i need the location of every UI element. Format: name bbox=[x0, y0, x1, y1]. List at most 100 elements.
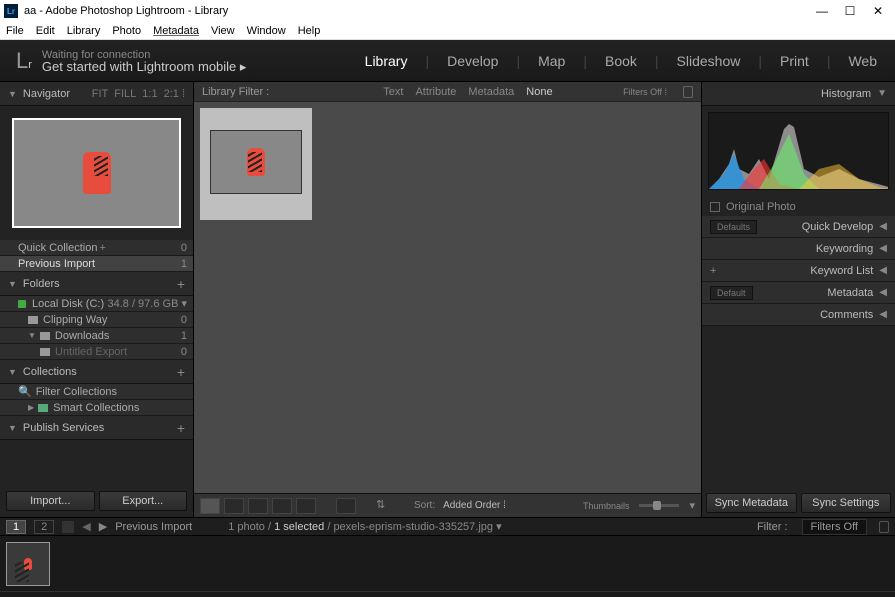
filter-preset-dropdown[interactable]: Filters Off bbox=[802, 519, 867, 535]
view-survey-icon[interactable] bbox=[272, 498, 292, 514]
menu-library[interactable]: Library bbox=[67, 25, 101, 37]
disclosure-icon: ◀ bbox=[879, 243, 887, 254]
keyword-list-header[interactable]: + Keyword List ◀ bbox=[702, 260, 895, 282]
disclosure-icon: ▼ bbox=[877, 88, 887, 99]
folder-row[interactable]: Untitled Export 0 bbox=[0, 344, 193, 360]
nav-21[interactable]: 2:1 ⁞ bbox=[164, 88, 185, 100]
smart-collections-row[interactable]: ▶ Smart Collections bbox=[0, 400, 193, 416]
menu-help[interactable]: Help bbox=[298, 25, 321, 37]
disk-row[interactable]: Local Disk (C:) 34.8 / 97.6 GB ▾ bbox=[0, 296, 193, 312]
collections-header[interactable]: ▼ Collections + bbox=[0, 360, 193, 384]
metadata-dropdown[interactable]: Default bbox=[710, 286, 753, 300]
module-web[interactable]: Web bbox=[846, 53, 879, 69]
left-panel: ▼ Navigator FIT FILL 1:1 2:1 ⁞ Quick Col… bbox=[0, 82, 194, 517]
filter-text[interactable]: Text bbox=[383, 86, 403, 98]
module-print[interactable]: Print bbox=[778, 53, 811, 69]
view-compare-icon[interactable] bbox=[248, 498, 268, 514]
folder-row[interactable]: ▼ Downloads 1 bbox=[0, 328, 193, 344]
sync-metadata-button[interactable]: Sync Metadata bbox=[706, 493, 797, 513]
prev-arrow-icon[interactable]: ◀ bbox=[82, 520, 90, 533]
navigator-preview[interactable] bbox=[0, 106, 193, 240]
filter-collections-row[interactable]: 🔍 Filter Collections bbox=[0, 384, 193, 400]
module-develop[interactable]: Develop bbox=[445, 53, 500, 69]
sync-settings-button[interactable]: Sync Settings bbox=[801, 493, 892, 513]
publish-header[interactable]: ▼ Publish Services + bbox=[0, 416, 193, 440]
filmstrip-thumbnail[interactable] bbox=[6, 542, 50, 586]
quick-develop-header[interactable]: Defaults Quick Develop ◀ bbox=[702, 216, 895, 238]
menu-photo[interactable]: Photo bbox=[112, 25, 141, 37]
filter-attribute[interactable]: Attribute bbox=[415, 86, 456, 98]
filmstrip[interactable] bbox=[0, 535, 895, 591]
filter-none[interactable]: None bbox=[526, 86, 552, 98]
menu-view[interactable]: View bbox=[211, 25, 235, 37]
view-people-icon[interactable] bbox=[296, 498, 316, 514]
menu-file[interactable]: File bbox=[6, 25, 24, 37]
add-publish-icon[interactable]: + bbox=[177, 420, 185, 436]
filter-lock-icon[interactable] bbox=[879, 521, 889, 533]
sort-direction-icon[interactable]: ⇅ bbox=[376, 498, 390, 514]
filter-lock-icon[interactable] bbox=[683, 86, 693, 98]
folder-label: Downloads bbox=[55, 330, 109, 342]
painter-icon[interactable] bbox=[336, 498, 356, 514]
histogram-display[interactable] bbox=[702, 106, 895, 198]
add-folder-icon[interactable]: + bbox=[177, 276, 185, 292]
nav-fill[interactable]: FILL bbox=[114, 88, 136, 100]
nav-11[interactable]: 1:1 bbox=[142, 88, 157, 100]
metadata-header[interactable]: Default Metadata ◀ bbox=[702, 282, 895, 304]
defaults-dropdown[interactable]: Defaults bbox=[710, 220, 757, 234]
disclosure-icon[interactable]: ▼ bbox=[28, 331, 36, 340]
next-arrow-icon[interactable]: ▶ bbox=[99, 520, 107, 533]
folder-row[interactable]: Clipping Way 0 bbox=[0, 312, 193, 328]
menu-metadata[interactable]: Metadata bbox=[153, 25, 199, 37]
filter-metadata[interactable]: Metadata bbox=[468, 86, 514, 98]
add-collection-icon[interactable]: + bbox=[177, 364, 185, 380]
menu-window[interactable]: Window bbox=[247, 25, 286, 37]
window-title: aa - Adobe Photoshop Lightroom - Library bbox=[24, 5, 815, 17]
grid-cell[interactable] bbox=[200, 108, 312, 220]
quick-collection-row[interactable]: Quick Collection+ 0 bbox=[0, 240, 193, 256]
page-1[interactable]: 1 bbox=[6, 520, 26, 534]
navigator-header[interactable]: ▼ Navigator FIT FILL 1:1 2:1 ⁞ bbox=[0, 82, 193, 106]
previous-import-count: 1 bbox=[181, 258, 187, 270]
source-label[interactable]: Previous Import bbox=[115, 521, 192, 533]
grid-mode-icon[interactable] bbox=[62, 521, 74, 533]
export-button[interactable]: Export... bbox=[99, 491, 188, 511]
filmstrip-scrollbar[interactable] bbox=[0, 591, 895, 597]
thumbnail-image bbox=[247, 148, 265, 176]
right-panel: Histogram ▼ Original Photo bbox=[701, 82, 895, 517]
mobile-prompt[interactable]: Waiting for connection Get started with … bbox=[42, 49, 247, 73]
thumbnail-grid[interactable] bbox=[194, 102, 701, 493]
sort-order[interactable]: Added Order ⁞ bbox=[443, 500, 506, 511]
page-2[interactable]: 2 bbox=[34, 520, 54, 534]
keywording-header[interactable]: Keywording ◀ bbox=[702, 238, 895, 260]
maximize-button[interactable]: ☐ bbox=[843, 4, 857, 18]
lightroom-logo: Lr bbox=[16, 48, 32, 74]
minimize-button[interactable]: — bbox=[815, 4, 829, 18]
nav-fit[interactable]: FIT bbox=[92, 88, 109, 100]
folder-count: 1 bbox=[181, 330, 187, 342]
histogram-header[interactable]: Histogram ▼ bbox=[702, 82, 895, 106]
checkbox-icon[interactable] bbox=[710, 202, 720, 212]
navigator-label: Navigator bbox=[23, 88, 70, 100]
quick-develop-label: Quick Develop bbox=[802, 221, 874, 233]
menu-edit[interactable]: Edit bbox=[36, 25, 55, 37]
module-library[interactable]: Library bbox=[363, 53, 410, 69]
module-slideshow[interactable]: Slideshow bbox=[675, 53, 743, 69]
disclosure-icon[interactable]: ▶ bbox=[28, 403, 34, 412]
module-book[interactable]: Book bbox=[603, 53, 639, 69]
view-loupe-icon[interactable] bbox=[224, 498, 244, 514]
comments-header[interactable]: Comments ◀ bbox=[702, 304, 895, 326]
close-button[interactable]: ✕ bbox=[871, 4, 885, 18]
previous-import-row[interactable]: Previous Import 1 bbox=[0, 256, 193, 272]
thumbnail-size-slider[interactable] bbox=[639, 504, 679, 507]
view-grid-icon[interactable] bbox=[200, 498, 220, 514]
filters-off[interactable]: Filters Off ⁞ bbox=[623, 87, 667, 97]
module-map[interactable]: Map bbox=[536, 53, 567, 69]
folders-header[interactable]: ▼ Folders + bbox=[0, 272, 193, 296]
add-keyword-icon[interactable]: + bbox=[710, 265, 716, 277]
mobile-link[interactable]: Get started with Lightroom mobile ▸ bbox=[42, 61, 247, 73]
folder-icon bbox=[38, 404, 48, 412]
import-button[interactable]: Import... bbox=[6, 491, 95, 511]
toolbar-menu-icon[interactable]: ▾ bbox=[689, 499, 695, 512]
original-photo-row[interactable]: Original Photo bbox=[702, 198, 895, 216]
